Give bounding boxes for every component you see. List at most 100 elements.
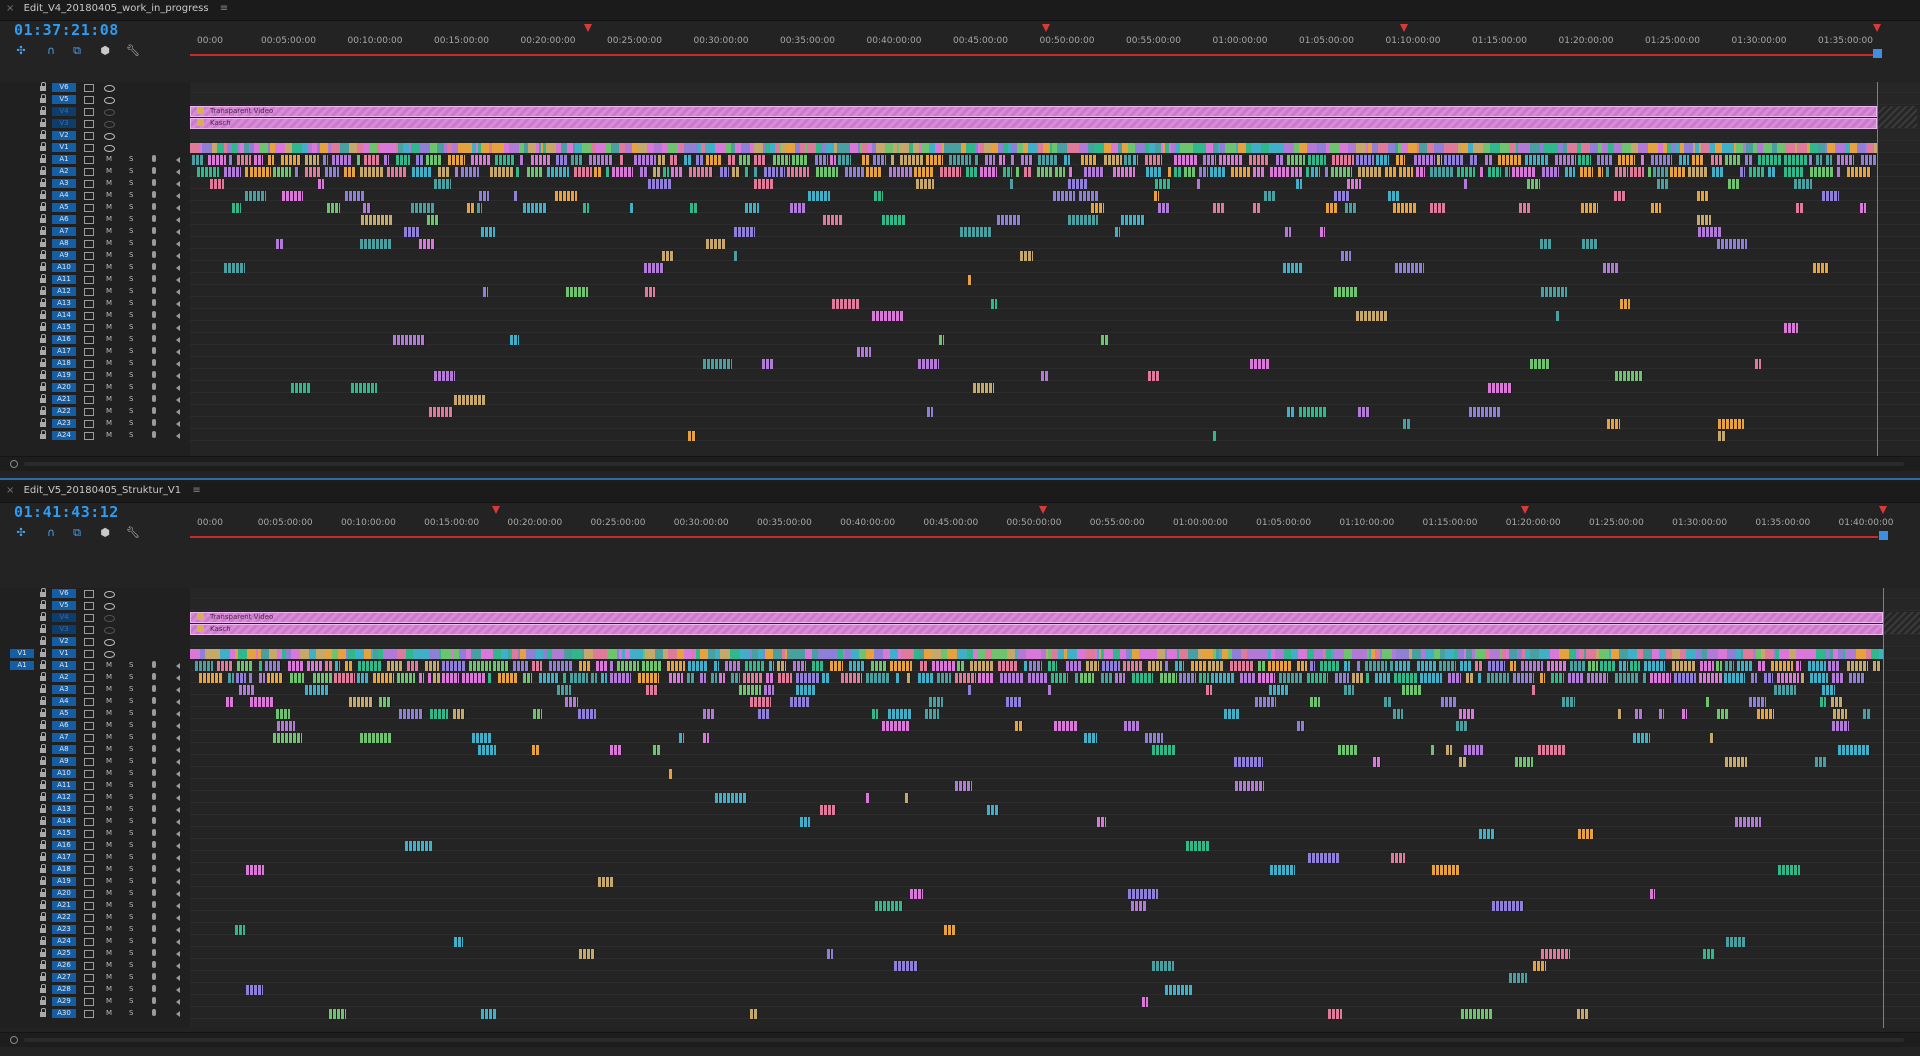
add-marker-icon[interactable]: ⬢ [98,44,112,58]
audio-clip[interactable] [1674,673,1696,683]
audio-clip[interactable] [1297,661,1307,671]
mute-toggle[interactable]: M [106,817,112,825]
audio-clip[interactable] [790,697,809,707]
audio-clip[interactable] [589,155,613,165]
audio-clip[interactable] [1831,697,1843,707]
track-volume-icon[interactable] [176,385,180,391]
voiceover-mic-icon[interactable] [152,335,156,342]
audio-clip[interactable] [1334,191,1350,201]
audio-clip[interactable] [469,661,491,671]
audio-clip[interactable] [393,335,425,345]
sync-lock-icon[interactable] [84,348,94,356]
audio-clip[interactable] [739,155,751,165]
mute-toggle[interactable]: M [106,323,112,331]
track-volume-icon[interactable] [176,301,180,307]
mute-toggle[interactable]: M [106,721,112,729]
track-name-a30[interactable]: A30 [52,1009,76,1018]
solo-toggle[interactable]: S [129,419,133,427]
voiceover-mic-icon[interactable] [152,227,156,234]
track-name-a13[interactable]: A13 [52,299,76,308]
lock-icon[interactable] [40,238,46,247]
audio-clip[interactable] [841,673,862,683]
audio-clip[interactable] [1838,745,1870,755]
audio-clip[interactable] [490,167,514,177]
audio-clip[interactable] [1556,311,1559,321]
audio-clip[interactable] [617,661,639,671]
mute-toggle[interactable]: M [106,769,112,777]
audio-clip[interactable] [1580,167,1593,177]
audio-clip[interactable] [1431,745,1434,755]
sync-lock-icon[interactable] [84,722,94,730]
audio-clip[interactable] [754,155,766,165]
audio-clip[interactable] [1081,155,1097,165]
voiceover-mic-icon[interactable] [152,877,156,884]
track-volume-icon[interactable] [176,975,180,981]
audio-clip[interactable] [968,275,972,285]
audio-clip[interactable] [1356,311,1388,321]
audio-clip[interactable] [325,167,339,177]
audio-clip[interactable] [1152,745,1175,755]
audio-clip[interactable] [1570,661,1585,671]
sync-lock-icon[interactable] [84,384,94,392]
audio-clip[interactable] [1466,673,1473,683]
audio-clip[interactable] [1307,673,1328,683]
audio-clip[interactable] [1541,287,1567,297]
sync-lock-icon[interactable] [84,878,94,886]
audio-clip[interactable] [966,167,978,177]
audio-clip[interactable] [1345,203,1357,213]
audio-clip[interactable] [1505,167,1510,177]
audio-clip[interactable] [1444,155,1463,165]
audio-clip[interactable] [332,155,351,165]
sync-lock-icon[interactable] [84,962,94,970]
audio-clip[interactable] [1160,673,1177,683]
audio-clip[interactable] [764,685,774,695]
audio-clip[interactable] [1097,817,1106,827]
mute-toggle[interactable]: M [106,853,112,861]
audio-clip[interactable] [591,673,597,683]
audio-clip[interactable] [1155,179,1171,189]
sync-lock-icon[interactable] [84,770,94,778]
audio-clip[interactable] [866,167,882,177]
lock-icon[interactable] [40,118,46,127]
audio-clip[interactable] [670,155,678,165]
mute-toggle[interactable]: M [106,937,112,945]
nest-icon[interactable]: ✣ [14,44,28,58]
snap-icon[interactable]: ∩ [44,526,58,540]
sync-lock-icon[interactable] [84,674,94,682]
audio-clip[interactable] [396,155,410,165]
voiceover-mic-icon[interactable] [152,371,156,378]
audio-clip[interactable] [259,661,262,671]
audio-clip[interactable] [387,167,406,177]
track-volume-icon[interactable] [176,771,180,777]
voiceover-mic-icon[interactable] [152,709,156,716]
audio-clip[interactable] [1393,709,1403,719]
audio-clip[interactable] [533,709,542,719]
audio-clip[interactable] [281,155,301,165]
audio-clip[interactable] [955,673,976,683]
audio-clip[interactable] [998,661,1017,671]
audio-clip[interactable] [1325,167,1329,177]
lock-icon[interactable] [40,792,46,801]
audio-clip[interactable] [1341,251,1351,261]
audio-clip[interactable] [1488,661,1505,671]
audio-clip[interactable] [696,155,703,165]
audio-clip[interactable] [1240,673,1256,683]
audio-clip[interactable] [1285,227,1291,237]
audio-clip[interactable] [754,167,757,177]
track-volume-icon[interactable] [176,807,180,813]
audio-clip[interactable] [531,155,551,165]
voiceover-mic-icon[interactable] [152,407,156,414]
audio-clip[interactable] [1540,673,1545,683]
audio-clip[interactable] [1320,661,1340,671]
audio-clip[interactable] [1469,407,1500,417]
audio-clip[interactable] [305,167,321,177]
sync-lock-icon[interactable] [84,698,94,706]
voiceover-mic-icon[interactable] [152,817,156,824]
solo-toggle[interactable]: S [129,347,133,355]
lock-icon[interactable] [40,780,46,789]
lock-icon[interactable] [40,612,46,621]
audio-clip[interactable] [1697,215,1711,225]
audio-clip[interactable] [498,673,517,683]
audio-clip[interactable] [1672,661,1696,671]
eye-icon[interactable] [104,121,115,128]
